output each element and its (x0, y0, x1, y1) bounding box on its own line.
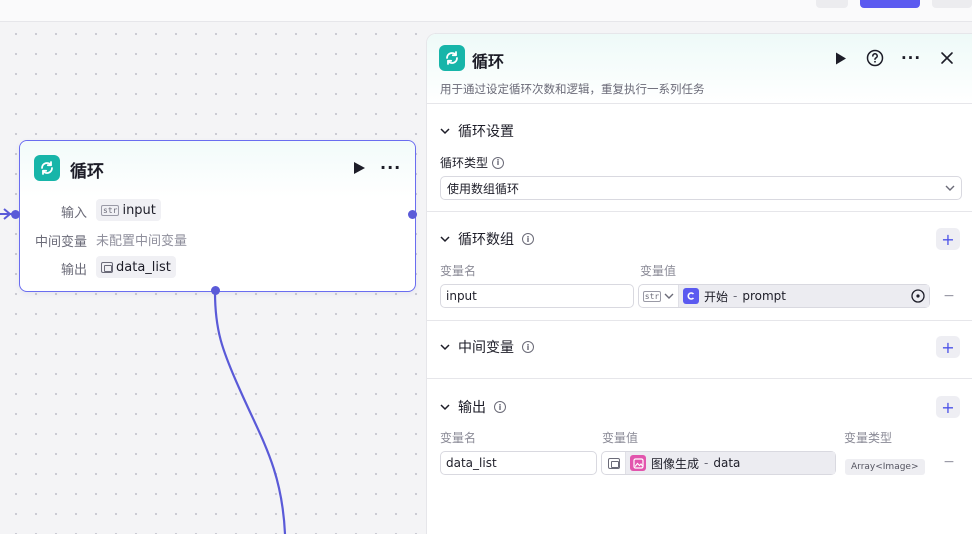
play-icon[interactable] (352, 161, 366, 175)
row-value-text: input (122, 202, 156, 218)
toolbar-button[interactable] (932, 0, 972, 8)
loop-type-select[interactable]: 使用数组循环 (440, 176, 962, 200)
variable-reference-chip[interactable]: 图像生成 - data (626, 452, 835, 474)
loop-type-value: 使用数组循环 (447, 181, 520, 196)
row-label: 输出 (60, 263, 87, 278)
var-value-header: 变量值 (640, 264, 677, 278)
panel-header: 循环 ··· 用于通过设定循环次数和逻辑，重复执行一系列任务 (427, 34, 972, 104)
section-loop-array: 循环数组 i + 变量名 变量值 input str 开始 - prompt − (427, 212, 972, 321)
string-type-icon: str (101, 204, 120, 216)
section-loop-settings: 循环设置 循环类型 i 使用数组循环 (427, 104, 972, 212)
section-title: 输出 (458, 400, 486, 416)
var-name-header: 变量名 (440, 431, 477, 445)
node-config-panel: 循环 ··· 用于通过设定循环次数和逻辑，重复执行一系列任务 循环设置 循环类型… (426, 33, 972, 534)
row-value: data_list (96, 256, 176, 278)
ref-source: 图像生成 (651, 456, 700, 471)
ref-field: data (713, 456, 741, 470)
node-title: 循环 (70, 162, 104, 182)
loop-array-name-input[interactable]: input (440, 284, 634, 308)
row-value-text: data_list (116, 259, 171, 275)
chevron-down-icon (945, 185, 955, 191)
panel-title: 循环 (472, 52, 505, 71)
add-intermediate-var-button[interactable]: + (936, 336, 960, 358)
field-label: 循环类型 i (440, 154, 505, 171)
image-type-icon (607, 457, 620, 469)
row-label: 中间变量 (34, 235, 87, 250)
info-icon[interactable]: i (522, 341, 534, 353)
loop-type-label: 循环类型 (440, 156, 489, 170)
string-type-icon: str (642, 290, 662, 302)
toolbar-primary-button[interactable] (860, 0, 920, 8)
var-value-header: 变量值 (602, 431, 639, 445)
section-header[interactable]: 循环数组 i (440, 229, 534, 249)
loop-icon (439, 45, 465, 71)
remove-icon[interactable]: − (941, 454, 957, 470)
section-title: 循环设置 (458, 124, 514, 140)
section-header[interactable]: 输出 i (440, 397, 506, 417)
ref-separator: - (704, 456, 709, 470)
loop-array-value-ref[interactable]: str 开始 - prompt (638, 284, 930, 308)
type-select[interactable] (602, 452, 626, 474)
node-row-input: 输入 str input (20, 199, 415, 221)
ref-source: 开始 (704, 289, 729, 304)
section-output: 输出 i + 变量名 变量值 变量类型 data_list 图像生成 - dat… (427, 379, 972, 534)
info-icon[interactable]: i (492, 156, 505, 169)
var-type-header: 变量类型 (844, 431, 893, 445)
input-port[interactable] (11, 210, 20, 219)
chevron-down-icon (664, 293, 674, 299)
target-icon[interactable] (911, 289, 925, 303)
row-value: str input (96, 199, 161, 221)
output-port-bottom[interactable] (211, 286, 220, 295)
input-value: input (446, 289, 477, 303)
top-toolbar (0, 0, 972, 22)
ref-separator: - (733, 289, 738, 303)
output-name-input[interactable]: data_list (440, 451, 597, 475)
section-header[interactable]: 循环设置 (440, 121, 514, 141)
chevron-down-icon (440, 404, 450, 411)
node-row-intermediate: 中间变量 未配置中间变量 (20, 228, 415, 251)
ref-field: prompt (742, 289, 786, 303)
node-row-output: 输出 data_list (20, 256, 415, 278)
loop-node[interactable]: 循环 ··· 输入 str input 中间变量 未配置中间变量 输出 data… (19, 140, 416, 292)
chevron-down-icon (440, 344, 450, 351)
type-select[interactable]: str (639, 285, 679, 307)
toolbar-button[interactable] (816, 0, 848, 8)
info-icon[interactable]: i (522, 233, 534, 245)
section-title: 中间变量 (458, 340, 514, 356)
loop-icon (34, 155, 60, 181)
chevron-down-icon (440, 236, 450, 243)
output-type-badge: Array<Image> (845, 459, 925, 475)
output-value-ref[interactable]: 图像生成 - data (601, 451, 836, 475)
chevron-down-icon (440, 128, 450, 135)
play-icon[interactable] (831, 48, 851, 68)
add-loop-array-button[interactable]: + (936, 228, 960, 250)
section-intermediate-vars: 中间变量 i + (427, 321, 972, 379)
close-icon[interactable] (937, 48, 957, 68)
output-port-right[interactable] (408, 210, 417, 219)
panel-description: 用于通过设定循环次数和逻辑，重复执行一系列任务 (440, 82, 705, 96)
start-node-icon (683, 288, 699, 304)
help-icon[interactable] (865, 48, 885, 68)
row-label: 输入 (60, 206, 87, 221)
image-type-icon (101, 261, 113, 273)
more-icon[interactable]: ··· (901, 48, 921, 68)
var-name-header: 变量名 (440, 264, 477, 278)
image-generation-icon (630, 455, 646, 471)
section-header[interactable]: 中间变量 i (440, 337, 534, 357)
input-value: data_list (446, 456, 497, 470)
info-icon[interactable]: i (494, 401, 506, 413)
row-value-text: 未配置中间变量 (96, 233, 188, 249)
more-icon[interactable]: ··· (380, 158, 401, 177)
variable-reference-chip[interactable]: 开始 - prompt (679, 285, 929, 307)
section-title: 循环数组 (458, 232, 514, 248)
add-output-button[interactable]: + (936, 396, 960, 418)
remove-icon[interactable]: − (941, 288, 957, 304)
